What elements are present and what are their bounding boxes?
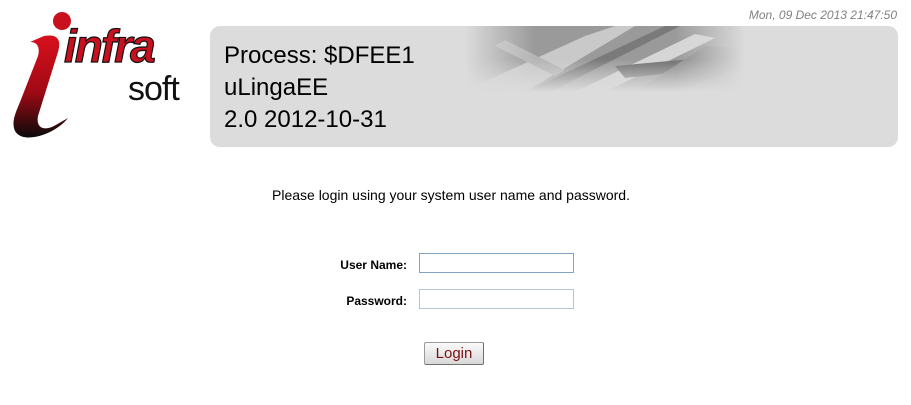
process-banner: Process: $DFEE1 uLingaEE 2.0 2012-10-31	[210, 26, 898, 147]
svg-text:soft: soft	[128, 70, 180, 108]
username-row: User Name:	[0, 253, 911, 277]
svg-text:infra: infra	[64, 20, 155, 72]
banner-cable-image	[465, 26, 745, 92]
banner-version: 2.0 2012-10-31	[224, 106, 387, 133]
password-row: Password:	[0, 289, 911, 313]
username-label: User Name:	[340, 258, 407, 272]
login-instructions: Please login using your system user name…	[272, 187, 630, 203]
username-input[interactable]	[419, 253, 574, 273]
infrasoft-logo: infra soft	[13, 12, 181, 138]
banner-process-name: Process: $DFEE1	[224, 42, 415, 69]
banner-app-name: uLingaEE	[224, 74, 329, 101]
server-timestamp: Mon, 09 Dec 2013 21:47:50	[748, 8, 897, 22]
banner-text: Process: $DFEE1 uLingaEE 2.0 2012-10-31	[224, 40, 415, 136]
password-input[interactable]	[419, 289, 574, 309]
login-button[interactable]: Login	[424, 342, 484, 365]
password-label: Password:	[346, 294, 407, 308]
